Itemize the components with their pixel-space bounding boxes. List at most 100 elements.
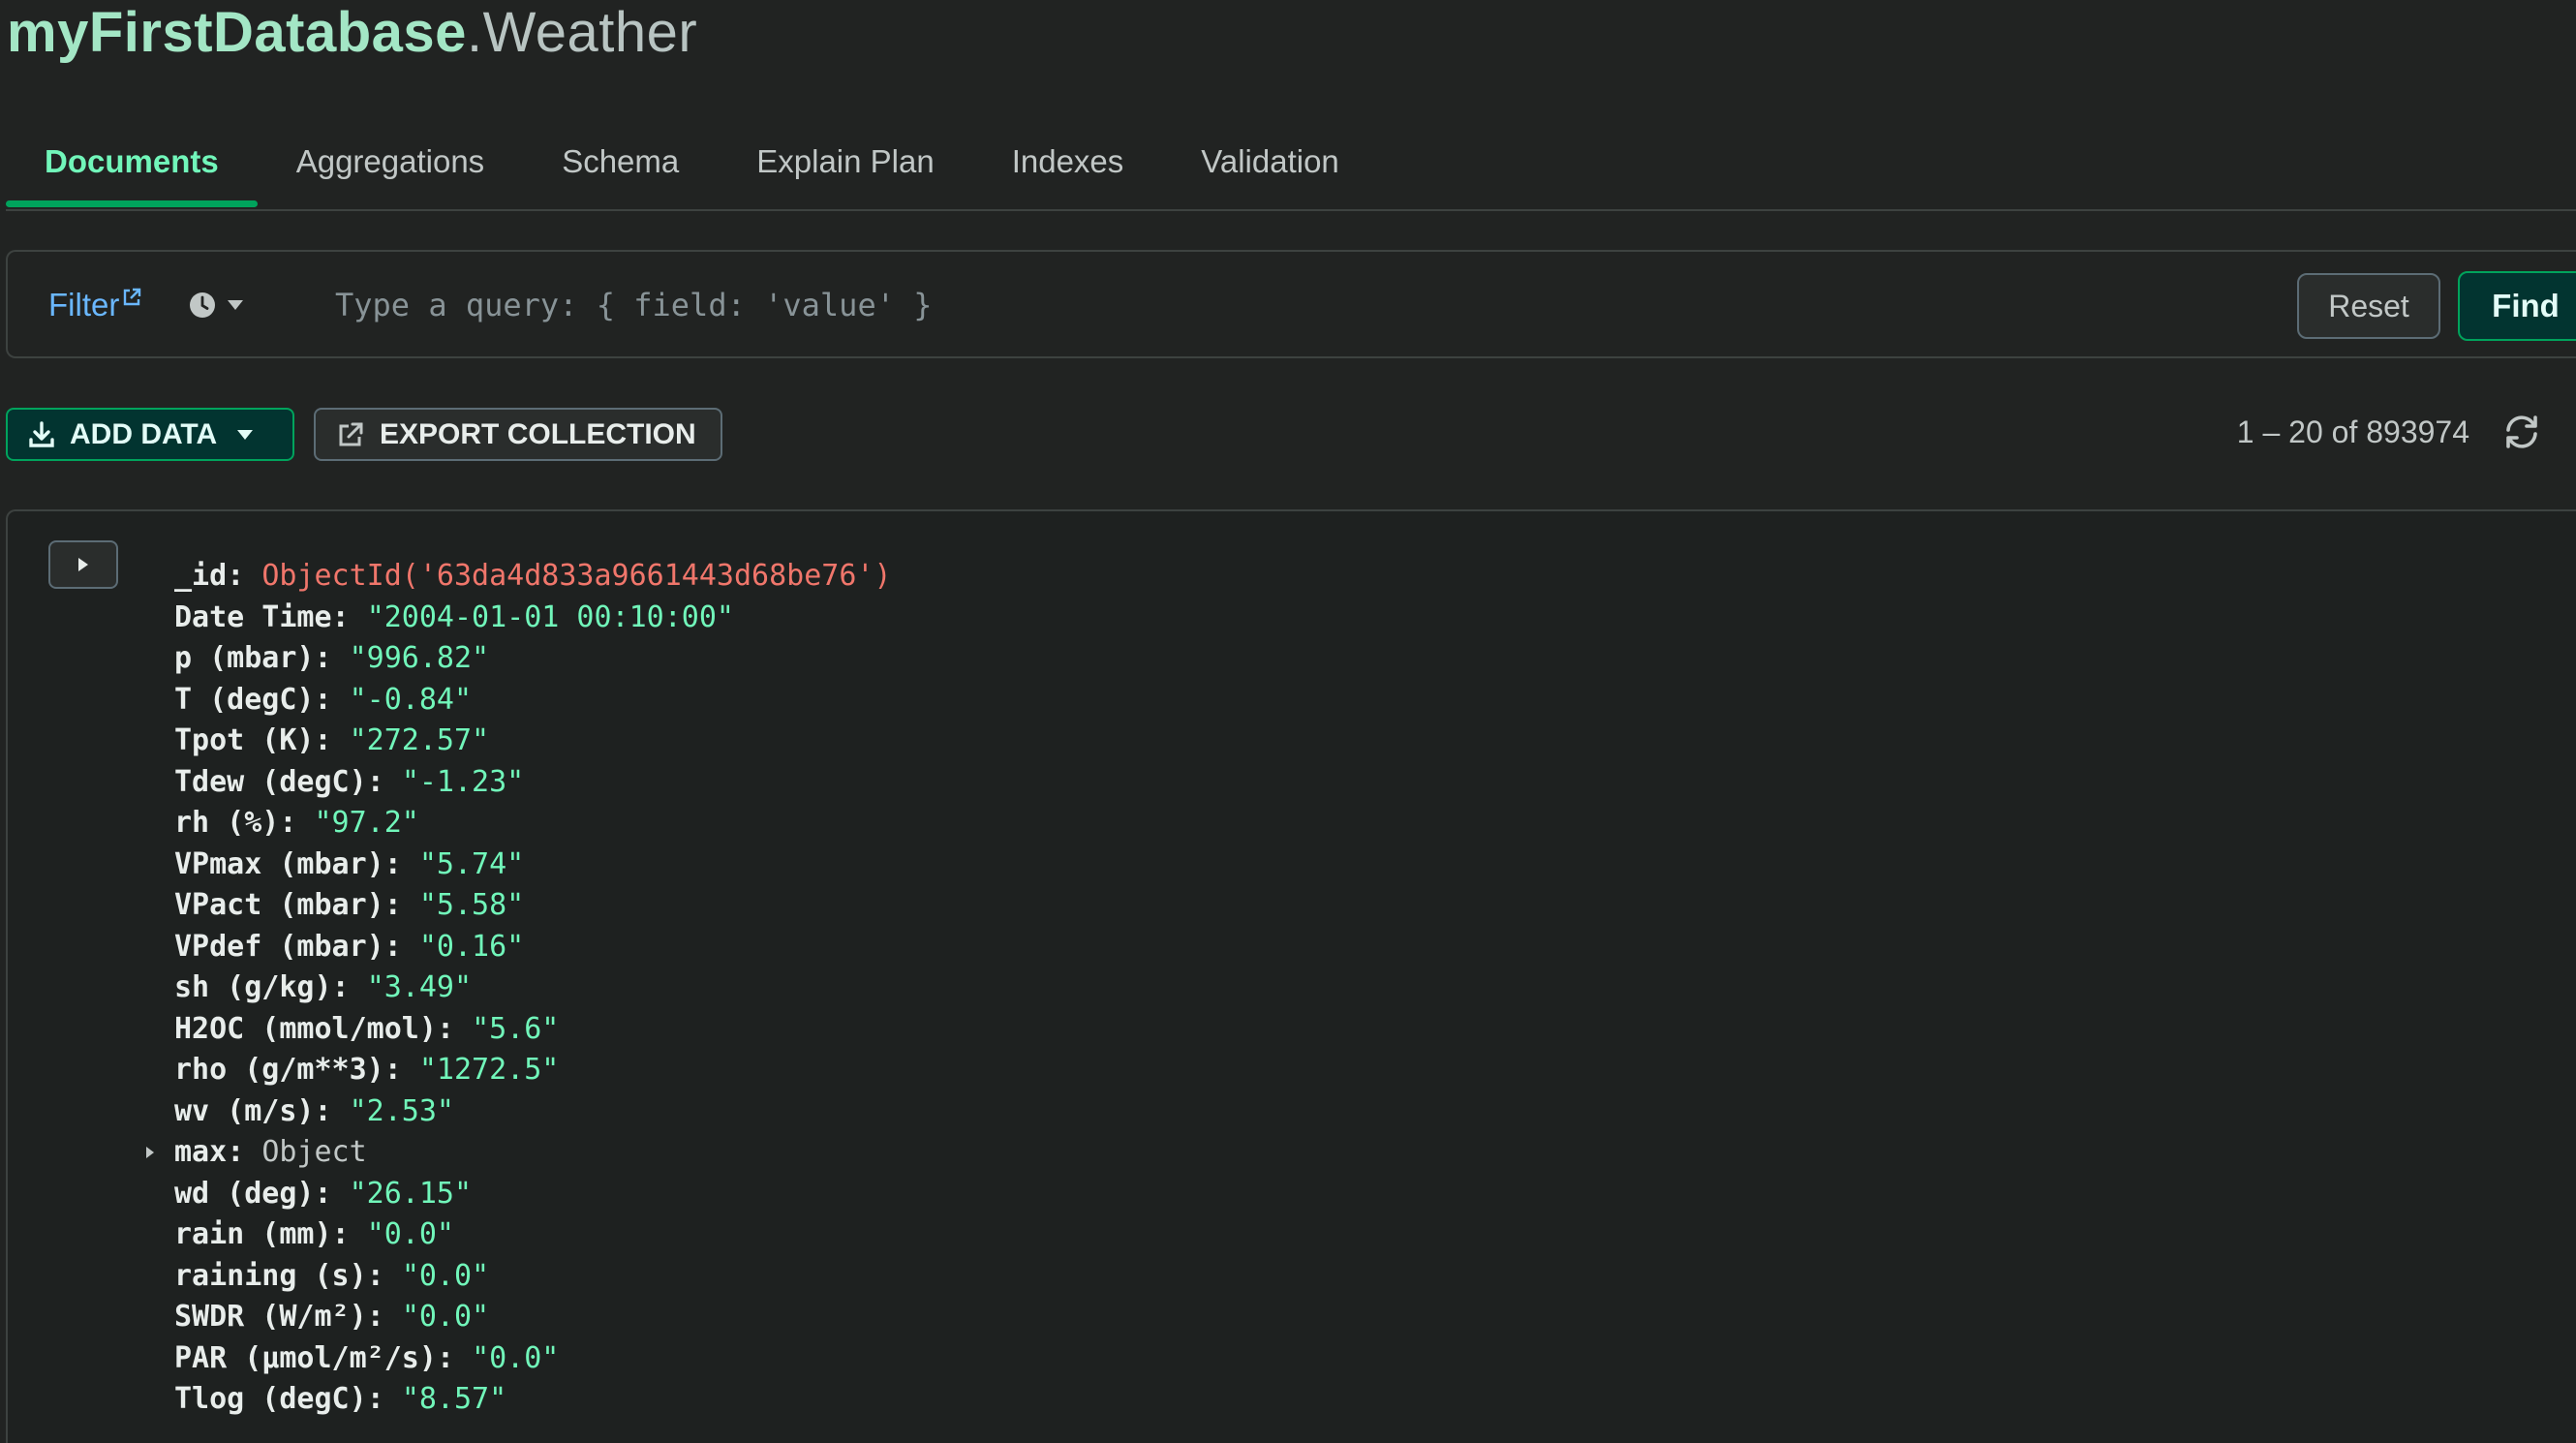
tab-validation[interactable]: Validation — [1162, 120, 1378, 207]
caret-down-icon — [237, 429, 254, 440]
field-separator: : — [383, 888, 419, 922]
document-field-row: Tpot (K): "272.57" — [174, 721, 892, 762]
reset-button[interactable]: Reset — [2297, 273, 2440, 339]
field-separator: : — [314, 682, 350, 717]
export-icon — [339, 422, 363, 445]
field-key: H2OC (mmol/mol) — [174, 1011, 437, 1046]
document-field-row[interactable]: max: Object — [146, 1132, 892, 1174]
download-icon — [29, 420, 54, 447]
field-value: "97.2" — [314, 806, 419, 840]
document-field-row: Tlog (degC): "8.57" — [174, 1379, 892, 1421]
tab-indexes[interactable]: Indexes — [973, 120, 1163, 207]
field-separator: : — [331, 1217, 367, 1251]
document-field-row: SWDR (W/m²): "0.0" — [174, 1297, 892, 1338]
field-key: _id — [174, 559, 228, 593]
field-value: "1272.5" — [418, 1053, 560, 1087]
filter-bar: Filter Reset Find — [6, 250, 2576, 358]
field-value: "8.57" — [401, 1382, 507, 1416]
field-key: max — [174, 1135, 228, 1169]
document-field-row: H2OC (mmol/mol): "5.6" — [174, 1009, 892, 1051]
field-key: T (degC) — [174, 682, 315, 717]
document-field-row: VPdef (mbar): "0.16" — [174, 927, 892, 968]
document-field-row: _id: ObjectId('63da4d833a9661443d68be76'… — [174, 556, 892, 598]
query-input[interactable] — [333, 277, 2254, 333]
query-history-button[interactable] — [188, 291, 244, 320]
field-separator: : — [314, 723, 350, 757]
document-field-row: VPact (mbar): "5.58" — [174, 885, 892, 927]
tab-documents[interactable]: Documents — [6, 120, 258, 207]
field-separator: : — [366, 1258, 402, 1293]
refresh-button[interactable] — [2502, 414, 2541, 454]
field-separator: : — [383, 1053, 419, 1087]
field-key: sh (g/kg) — [174, 970, 332, 1004]
field-value: "0.0" — [472, 1340, 560, 1375]
title-dot: . — [466, 1, 483, 64]
pagination-count: 1 – 20 of 893974 — [2236, 414, 2469, 449]
field-key: VPmax (mbar) — [174, 846, 384, 881]
document-field-row: rho (g/m**3): "1272.5" — [174, 1050, 892, 1091]
field-separator: : — [314, 1176, 350, 1211]
field-key: SWDR (W/m²) — [174, 1300, 367, 1334]
field-separator: : — [227, 559, 262, 593]
field-value: "996.82" — [349, 641, 490, 675]
field-value: "26.15" — [349, 1176, 473, 1211]
document-field-row: Tdew (degC): "-1.23" — [174, 762, 892, 804]
field-value: ObjectId('63da4d833a9661443d68be76') — [261, 559, 892, 593]
field-value: "5.6" — [472, 1011, 560, 1046]
field-key: rh (%) — [174, 806, 280, 840]
clock-icon — [190, 292, 215, 318]
field-key: Tpot (K) — [174, 723, 315, 757]
field-key: PAR (µmol/m²/s) — [174, 1340, 437, 1375]
field-key: rain (mm) — [174, 1217, 332, 1251]
field-separator: : — [366, 1382, 402, 1416]
document-fields: _id: ObjectId('63da4d833a9661443d68be76'… — [146, 556, 892, 1421]
export-collection-label: EXPORT COLLECTION — [380, 417, 696, 450]
caret-right-icon — [78, 558, 88, 571]
field-separator: : — [331, 970, 367, 1004]
caret-right-icon[interactable] — [145, 1146, 155, 1159]
document-field-row: rain (mm): "0.0" — [174, 1214, 892, 1256]
field-key: VPact (mbar) — [174, 888, 384, 922]
add-data-button[interactable]: ADD DATA — [6, 408, 294, 461]
refresh-icon — [2506, 415, 2537, 448]
field-separator: : — [314, 1093, 350, 1128]
document-field-row: VPmax (mbar): "5.74" — [174, 844, 892, 886]
field-separator: : — [366, 1300, 402, 1334]
document-field-row: wv (m/s): "2.53" — [174, 1091, 892, 1133]
field-separator: : — [436, 1011, 473, 1046]
field-value: "-0.84" — [349, 682, 473, 717]
field-value: "0.0" — [401, 1300, 490, 1334]
field-key: Tlog (degC) — [174, 1382, 367, 1416]
field-key: wd (deg) — [174, 1176, 315, 1211]
field-separator: : — [279, 806, 315, 840]
field-key: VPdef (mbar) — [174, 929, 384, 964]
field-value: "0.16" — [418, 929, 525, 964]
field-value: "2004-01-01 00:10:00" — [366, 599, 734, 634]
collection-name: Weather — [482, 1, 698, 64]
field-separator: : — [331, 599, 367, 634]
document-field-row: wd (deg): "26.15" — [174, 1174, 892, 1215]
expand-document-button[interactable] — [48, 540, 118, 589]
document-field-row: Date Time: "2004-01-01 00:10:00" — [174, 598, 892, 639]
field-key: Tdew (degC) — [174, 764, 367, 799]
filter-link[interactable]: Filter — [48, 287, 142, 323]
find-button[interactable]: Find — [2458, 271, 2576, 341]
field-separator: : — [383, 846, 419, 881]
field-value: "0.0" — [366, 1217, 454, 1251]
field-value: "5.74" — [418, 846, 525, 881]
document-field-row: sh (g/kg): "3.49" — [174, 967, 892, 1009]
caret-down-icon — [228, 300, 243, 310]
document-card: _id: ObjectId('63da4d833a9661443d68be76'… — [6, 509, 2576, 1443]
tab-schema[interactable]: Schema — [523, 120, 718, 207]
export-collection-button[interactable]: EXPORT COLLECTION — [314, 408, 722, 461]
collection-tabs: Documents Aggregations Schema Explain Pl… — [6, 120, 2576, 211]
field-separator: : — [314, 641, 350, 675]
field-key: wv (m/s) — [174, 1093, 315, 1128]
field-value: Object — [261, 1135, 367, 1169]
document-field-row: PAR (µmol/m²/s): "0.0" — [174, 1338, 892, 1380]
field-key: rho (g/m**3) — [174, 1053, 384, 1087]
tab-aggregations[interactable]: Aggregations — [258, 120, 523, 207]
database-name: myFirstDatabase — [7, 1, 467, 64]
tab-explain-plan[interactable]: Explain Plan — [718, 120, 972, 207]
field-value: "2.53" — [349, 1093, 454, 1128]
